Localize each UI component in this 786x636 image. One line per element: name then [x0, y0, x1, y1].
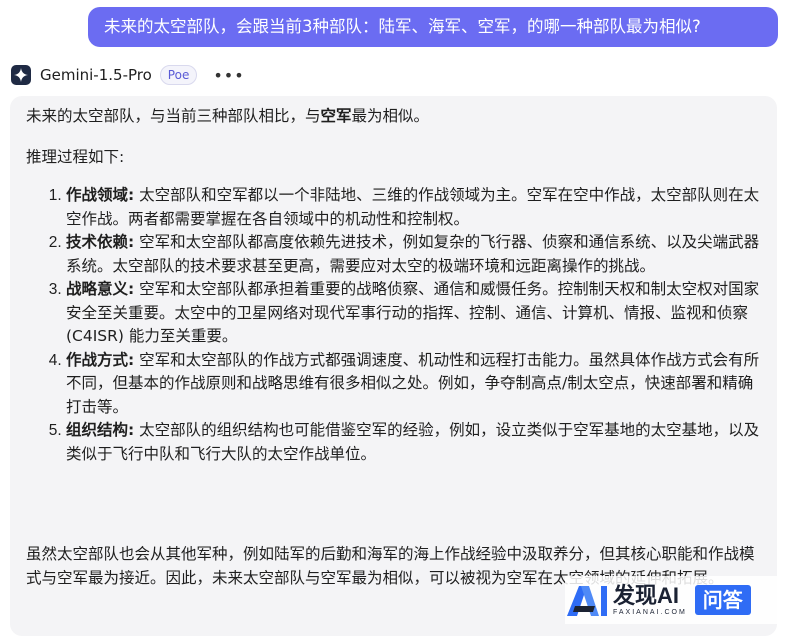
item-title: 技术依赖: [66, 233, 135, 251]
item-title: 战略意义: [66, 280, 135, 298]
ai-logo-icon [567, 586, 607, 616]
bot-name[interactable]: Gemini-1.5-Pro [40, 66, 152, 84]
list-item: 作战领域: 太空部队和空军都以一个非陆地、三维的作战领域为主。空军在空中作战，太… [66, 184, 766, 231]
watermark-tag: 问答 [694, 585, 751, 615]
watermark-text: 发现AI FAXIANAI.COM [613, 582, 687, 617]
list-item: 组织结构: 太空部队的组织结构也可能借鉴空军的经验，例如，设立类似于空军基地的太… [66, 419, 766, 466]
watermark-brand: 发现AI [613, 582, 680, 608]
list-item: 作战方式: 空军和太空部队的作战方式都强调速度、机动性和远程打击能力。虽然具体作… [66, 349, 766, 420]
list-item: 技术依赖: 空军和太空部队都高度依赖先进技术，例如复杂的飞行器、侦察和通信系统、… [66, 231, 766, 278]
bot-header: Gemini-1.5-Pro Poe ••• [11, 63, 245, 87]
item-title: 作战方式: [66, 350, 135, 369]
answer-intro: 未来的太空部队，与当前三种部队相比，与空军最为相似。 [26, 107, 430, 125]
sparkle-icon [11, 65, 31, 85]
reasoning-label: 推理过程如下: [26, 148, 125, 166]
item-text: 太空部队的组织结构也可能借鉴空军的经验，例如，设立类似于空军基地的太空基地，以及… [66, 421, 760, 463]
user-message-text: 未来的太空部队，会跟当前3种部队：陆军、海军、空军，的哪一种部队最为相似? [104, 17, 701, 36]
user-message-bubble: 未来的太空部队，会跟当前3种部队：陆军、海军、空军，的哪一种部队最为相似? [88, 7, 778, 47]
item-text: 空军和太空部队都高度依赖先进技术，例如复杂的飞行器、侦察和通信系统、以及尖端武器… [66, 233, 760, 275]
item-text: 太空部队和空军都以一个非陆地、三维的作战领域为主。空军在空中作战，太空部队则在太… [66, 186, 760, 228]
poe-badge: Poe [159, 65, 198, 85]
list-item: 战略意义: 空军和太空部队都承担着重要的战略侦察、通信和威慑任务。控制制天权和制… [66, 278, 766, 349]
watermark-url: FAXIANAI.COM [613, 608, 687, 616]
watermark: 发现AI FAXIANAI.COM 问答 [565, 576, 785, 624]
highlight-answer: 空军 [320, 107, 352, 125]
item-title: 作战领域: [66, 186, 135, 204]
item-text: 空军和太空部队都承担着重要的战略侦察、通信和威慑任务。控制制天权和制太空权对国家… [66, 280, 760, 345]
reasons-list: 作战领域: 太空部队和空军都以一个非陆地、三维的作战领域为主。空军在空中作战，太… [26, 184, 766, 466]
item-title: 组织结构: [66, 421, 135, 439]
more-options-button[interactable]: ••• [213, 66, 244, 85]
item-text: 空军和太空部队的作战方式都强调速度、机动性和远程打击能力。虽然具体作战方式会有所… [66, 350, 760, 416]
bot-message-bubble: 未来的太空部队，与当前三种部队相比，与空军最为相似。 推理过程如下: 作战领域:… [10, 96, 777, 636]
